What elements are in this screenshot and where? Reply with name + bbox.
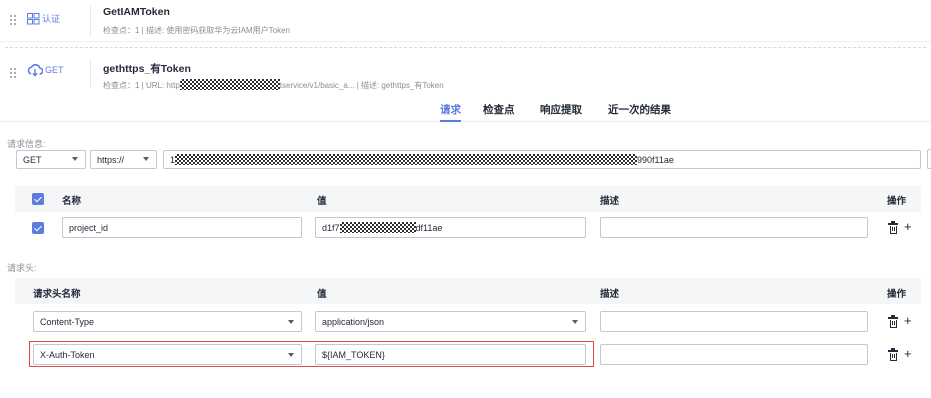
header-value: application/json <box>322 316 385 327</box>
param-value-input[interactable]: d1f7 df11ae <box>315 217 586 238</box>
drag-handle-icon[interactable] <box>10 68 18 78</box>
request-info-label: 请求信息: <box>7 139 46 149</box>
trash-icon[interactable] <box>887 221 899 234</box>
method-value: GET <box>23 154 42 165</box>
param-name-value: project_id <box>69 222 109 233</box>
step-meta: 检查点：1 | URL: http tservice/v1/basic_a... … <box>103 79 444 91</box>
url-suffix: 990f11ae <box>637 154 674 165</box>
col-value: 值 <box>317 196 327 207</box>
step-meta: 检查点：1 | 描述: 使用密码获取华为云IAM用户Token <box>103 26 290 35</box>
tab-last-result[interactable]: 近一次的结果 <box>608 102 671 117</box>
protocol-value: https:// <box>97 154 125 165</box>
col-value: 值 <box>317 289 327 300</box>
header-value-select[interactable]: application/json <box>315 311 586 332</box>
redacted-mask <box>175 154 638 165</box>
tab-response-extract[interactable]: 响应提取 <box>540 102 582 117</box>
step-meta-suffix: tservice/v1/basic_a... | 描述: gethttps_有T… <box>279 81 444 90</box>
chevron-down-icon <box>572 320 578 324</box>
tab-bar: 请求 检查点 响应提取 近一次的结果 <box>0 98 931 122</box>
request-panel: 请求信息: GET https:// 1 990f11ae 名称 值 描述 操作 … <box>0 123 931 398</box>
header-desc-input[interactable] <box>600 311 868 332</box>
chevron-down-icon <box>72 157 78 161</box>
chevron-down-icon <box>288 320 294 324</box>
step-meta-prefix: 检查点：1 | URL: http <box>103 81 180 90</box>
param-name-input[interactable]: project_id <box>62 217 302 238</box>
header-desc-input[interactable] <box>600 344 868 365</box>
param-value-suffix: df11ae <box>415 222 443 233</box>
request-headers-label: 请求头: <box>7 263 37 273</box>
protocol-select[interactable]: https:// <box>90 150 157 169</box>
select-all-checkbox[interactable] <box>32 193 44 205</box>
trash-icon[interactable] <box>887 315 899 328</box>
col-action: 操作 <box>887 196 907 207</box>
chevron-down-icon <box>143 157 149 161</box>
step-title: gethttps_有Token <box>103 63 191 75</box>
divider <box>90 6 91 36</box>
header-name-value: Content-Type <box>40 316 95 327</box>
grid-auth-icon: 认证 <box>27 12 60 25</box>
plus-icon[interactable]: + <box>904 220 912 233</box>
redacted-mask <box>179 79 280 90</box>
header-name-select[interactable]: Content-Type <box>33 311 302 332</box>
test-step-getiamtoken[interactable]: 认证 GetIAMToken 检查点：1 | 描述: 使用密码获取华为云IAM用… <box>0 0 931 42</box>
test-step-gethttps[interactable]: GET gethttps_有Token 检查点：1 | URL: http tse… <box>0 52 931 92</box>
divider <box>5 47 926 48</box>
tab-request[interactable]: 请求 <box>440 102 461 122</box>
plus-icon[interactable]: + <box>904 314 912 327</box>
redacted-mask <box>339 222 416 233</box>
col-desc: 描述 <box>600 196 620 207</box>
col-desc: 描述 <box>600 289 620 300</box>
side-control-edge[interactable] <box>927 149 931 169</box>
step-title: GetIAMToken <box>103 6 170 18</box>
param-desc-input[interactable] <box>600 217 868 238</box>
col-action: 操作 <box>887 289 907 300</box>
divider <box>90 60 91 88</box>
param-value-prefix: d1f7 <box>322 222 340 233</box>
drag-handle-icon[interactable] <box>10 15 18 25</box>
step-icon-label: GET <box>45 65 64 75</box>
trash-icon[interactable] <box>887 348 899 361</box>
params-header-row <box>15 186 921 212</box>
headers-header-row <box>15 278 921 304</box>
url-input[interactable]: 1 990f11ae <box>163 150 921 169</box>
highlight-box <box>29 341 594 367</box>
col-header-name: 请求头名称 <box>33 289 81 300</box>
cloud-get-icon: GET <box>27 63 64 77</box>
plus-icon[interactable]: + <box>904 347 912 360</box>
method-select[interactable]: GET <box>16 150 86 169</box>
col-name: 名称 <box>62 196 82 207</box>
row-checkbox[interactable] <box>32 222 44 234</box>
step-icon-label: 认证 <box>42 14 61 24</box>
tab-checkpoint[interactable]: 检查点 <box>483 102 515 117</box>
